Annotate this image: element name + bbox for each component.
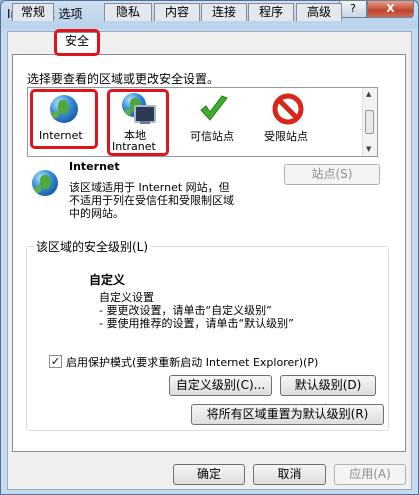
cancel-button[interactable]: 取消 [253, 464, 326, 485]
tab-programs[interactable]: 程序 [248, 3, 294, 21]
tab-general[interactable]: 常规 [12, 3, 54, 21]
zone-restricted-label: 受限站点 [264, 130, 308, 143]
restricted-icon [272, 93, 304, 125]
selected-zone-globe-icon [32, 170, 58, 196]
zone-description-line3: 中的网站。 [69, 207, 124, 220]
tab-advanced[interactable]: 高级 [296, 3, 342, 21]
checkmark-icon [200, 95, 228, 121]
zone-internet-highlight [30, 89, 98, 149]
close-button[interactable]: X [367, 0, 414, 18]
zone-trusted-label: 可信站点 [190, 130, 234, 143]
tab-security-highlight [54, 29, 100, 56]
custom-level-button[interactable]: 自定义级别(C)... [169, 375, 272, 396]
sites-button[interactable]: 站点(S) [284, 164, 380, 185]
ok-button[interactable]: 确定 [173, 464, 245, 485]
protected-mode-checkbox[interactable]: ✓ [49, 355, 62, 368]
zones-instruction: 选择要查看的区域或更改安全设置。 [27, 72, 220, 86]
tab-content[interactable]: 内容 [154, 3, 200, 21]
help-button[interactable]: ? [339, 0, 367, 18]
zone-intranet-highlight [107, 89, 169, 156]
default-level-button[interactable]: 默认级别(D) [280, 375, 376, 396]
zone-trusted-sites[interactable]: 可信站点 [186, 91, 242, 147]
security-level-name: 自定义 [89, 273, 126, 287]
scroll-up-icon[interactable]: ▲ [366, 90, 371, 98]
zones-scrollbar[interactable]: ▲ ▼ [362, 88, 377, 156]
reset-all-zones-button[interactable]: 将所有区域重置为默认级别(R) [191, 404, 384, 425]
tab-privacy[interactable]: 隐私 [104, 3, 152, 21]
security-level-group-label: 该区域的安全级别(L) [34, 238, 151, 255]
security-level-line3: - 要使用推荐的设置，请单击“默认级别” [99, 317, 294, 330]
scroll-thumb[interactable] [365, 110, 374, 134]
tab-connections[interactable]: 连接 [201, 3, 247, 21]
selected-zone-name: Internet [69, 160, 120, 173]
apply-button[interactable]: 应用(A) [334, 464, 406, 485]
protected-mode-label[interactable]: 启用保护模式(要求重新启动 Internet Explorer)(P) [66, 354, 318, 370]
zone-restricted-sites[interactable]: 受限站点 [260, 91, 316, 147]
scroll-down-icon[interactable]: ▼ [366, 145, 371, 153]
